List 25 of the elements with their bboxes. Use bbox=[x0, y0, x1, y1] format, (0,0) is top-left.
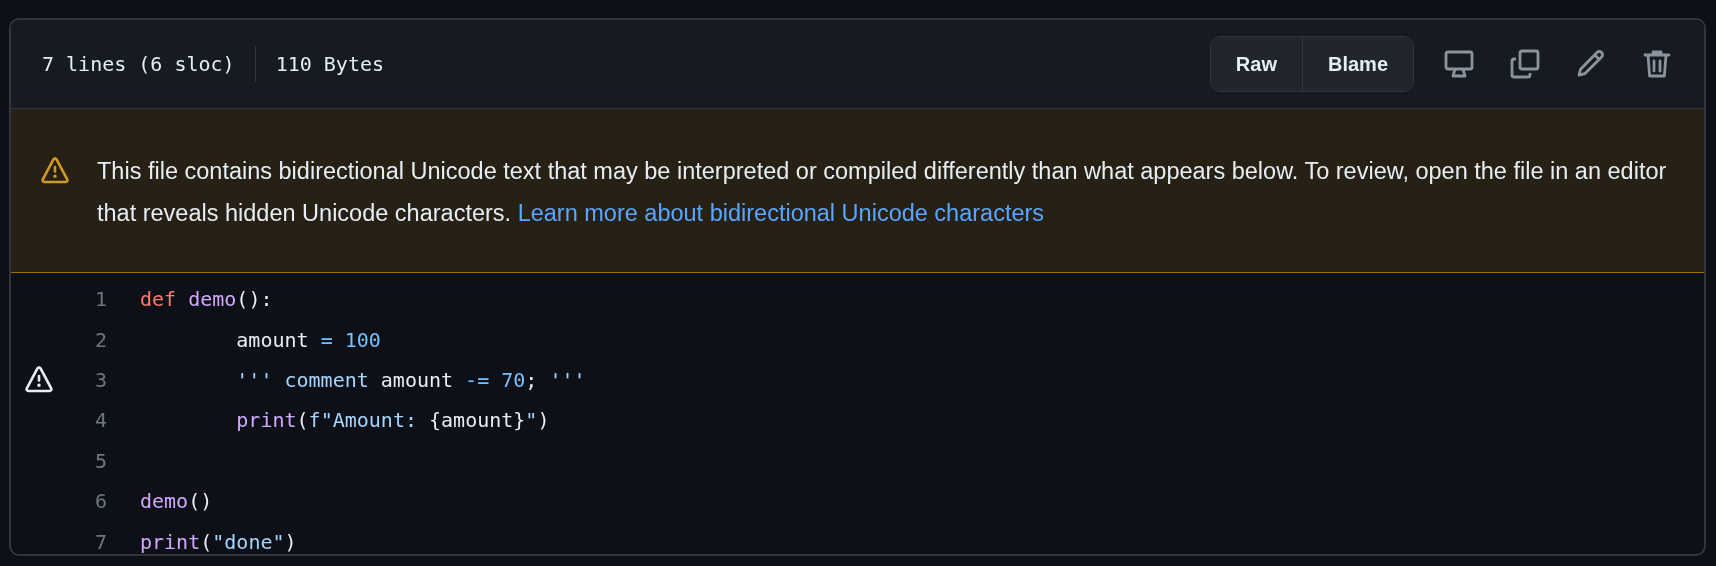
code-line: def demo(): bbox=[140, 287, 273, 312]
code-line: demo() bbox=[140, 489, 213, 514]
file-size: 110 Bytes bbox=[275, 52, 385, 76]
line-number: 1 bbox=[93, 287, 107, 312]
pencil-icon[interactable] bbox=[1575, 48, 1607, 80]
code-line: ''' comment amount -= 70; ''' bbox=[235, 367, 586, 392]
copy-icon[interactable] bbox=[1509, 48, 1541, 80]
line-number: 4 bbox=[93, 408, 107, 433]
code-line: amount = 100 bbox=[235, 327, 381, 352]
line-number: 2 bbox=[93, 327, 107, 352]
line-count: 7 lines (6 sloc) bbox=[42, 52, 235, 76]
code-line: print("done") bbox=[140, 529, 297, 554]
view-button[interactable]: Raw bbox=[1210, 37, 1302, 91]
code-line: print(f"Amount: {amount}") bbox=[235, 408, 550, 433]
trash-icon[interactable] bbox=[1641, 48, 1673, 80]
line-number: 5 bbox=[93, 448, 107, 473]
line-number: 3 bbox=[93, 367, 107, 392]
line-number: 7 bbox=[93, 529, 107, 554]
warning-icon bbox=[25, 365, 53, 394]
learn-more-link[interactable]: Learn more about bidirectional Unicode characters bbox=[517, 200, 1045, 226]
line-number: 6 bbox=[93, 489, 107, 514]
desktop-icon[interactable] bbox=[1443, 48, 1475, 80]
view-button[interactable]: Blame bbox=[1301, 37, 1413, 91]
warning-message: This file contains bidirectional Unicode text that may be interpreted or compiled differently than what appears below. To review, open the file in an editor that reveals hidden Unicode characters. Learn more about bidirectional Unicode characters bbox=[97, 157, 1668, 228]
warning-icon bbox=[41, 157, 69, 185]
